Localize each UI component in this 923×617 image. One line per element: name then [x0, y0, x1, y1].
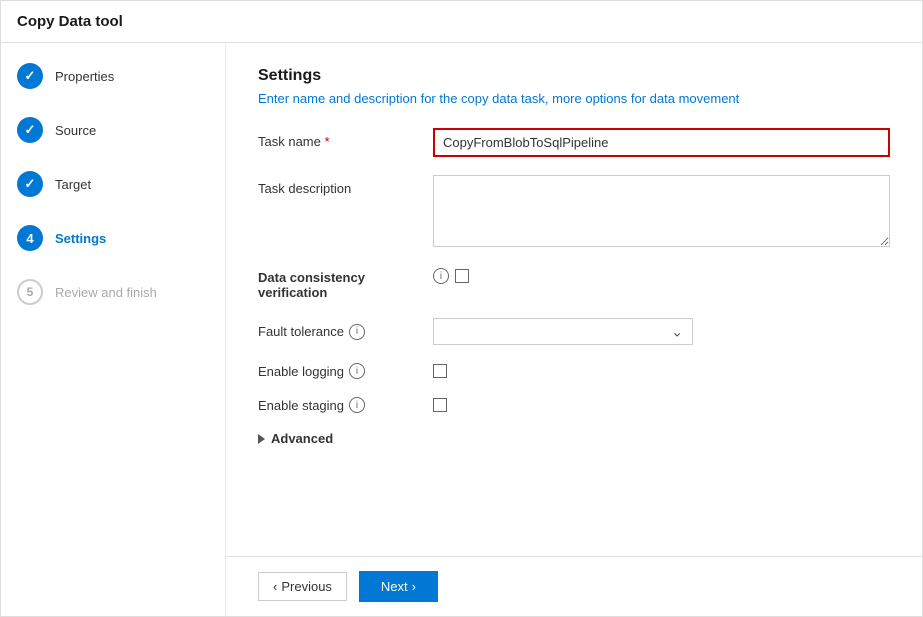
sidebar: ✓ Properties ✓ Source ✓ Target 4	[1, 43, 226, 616]
sidebar-item-source[interactable]: ✓ Source	[17, 117, 209, 143]
title-bar: Copy Data tool	[1, 1, 922, 43]
step-circle-3: ✓	[17, 171, 43, 197]
checkmark-icon-3: ✓	[25, 176, 36, 192]
step-label-source: Source	[55, 123, 96, 138]
step-label-properties: Properties	[55, 69, 114, 84]
enable-staging-row: Enable staging i	[258, 397, 890, 413]
data-consistency-checkbox[interactable]	[455, 269, 469, 283]
data-consistency-row: Data consistency verification i	[258, 268, 890, 300]
section-title: Settings	[258, 67, 890, 85]
fault-tolerance-info-icon[interactable]: i	[349, 324, 365, 340]
task-name-control	[433, 128, 890, 157]
main-panel: Settings Enter name and description for …	[226, 43, 922, 616]
task-name-row: Task name *	[258, 128, 890, 157]
footer: ‹ Previous Next ›	[226, 556, 922, 616]
data-consistency-control: i	[433, 268, 469, 284]
fault-tolerance-select[interactable]	[433, 318, 693, 345]
step-circle-4: 4	[17, 225, 43, 251]
enable-staging-label: Enable staging i	[258, 397, 433, 413]
task-name-input[interactable]	[433, 128, 890, 157]
next-chevron-icon: ›	[412, 579, 416, 594]
sidebar-item-target[interactable]: ✓ Target	[17, 171, 209, 197]
task-desc-row: Task description	[258, 175, 890, 250]
enable-logging-info-icon[interactable]: i	[349, 363, 365, 379]
enable-staging-info-icon[interactable]: i	[349, 397, 365, 413]
step-number-4: 4	[26, 231, 33, 246]
task-desc-label: Task description	[258, 175, 433, 196]
fault-tolerance-label: Fault tolerance i	[258, 324, 433, 340]
next-button[interactable]: Next ›	[359, 571, 438, 602]
step-circle-1: ✓	[17, 63, 43, 89]
enable-logging-row: Enable logging i	[258, 363, 890, 379]
enable-staging-checkbox[interactable]	[433, 398, 447, 412]
step-circle-2: ✓	[17, 117, 43, 143]
checkmark-icon: ✓	[25, 68, 36, 84]
required-marker: *	[325, 134, 330, 149]
section-desc: Enter name and description for the copy …	[258, 91, 890, 106]
checkmark-icon-2: ✓	[25, 122, 36, 138]
previous-button[interactable]: ‹ Previous	[258, 572, 347, 601]
enable-logging-label: Enable logging i	[258, 363, 433, 379]
step-circle-5: 5	[17, 279, 43, 305]
data-consistency-label: Data consistency verification	[258, 268, 433, 300]
step-label-target: Target	[55, 177, 91, 192]
enable-logging-checkbox[interactable]	[433, 364, 447, 378]
data-consistency-info-icon[interactable]: i	[433, 268, 449, 284]
previous-chevron-icon: ‹	[273, 579, 277, 594]
task-desc-control	[433, 175, 890, 250]
sidebar-item-review[interactable]: 5 Review and finish	[17, 279, 209, 305]
advanced-label: Advanced	[271, 431, 333, 446]
task-name-label: Task name *	[258, 128, 433, 149]
step-label-settings: Settings	[55, 231, 106, 246]
fault-tolerance-row: Fault tolerance i	[258, 318, 890, 345]
main-content: Settings Enter name and description for …	[226, 43, 922, 556]
app-title: Copy Data tool	[17, 13, 123, 30]
fault-tolerance-select-wrapper	[433, 318, 693, 345]
sidebar-item-settings[interactable]: 4 Settings	[17, 225, 209, 251]
task-desc-textarea[interactable]	[433, 175, 890, 247]
step-label-review: Review and finish	[55, 285, 157, 300]
step-number-5: 5	[27, 285, 34, 299]
advanced-expand-icon	[258, 434, 265, 444]
advanced-row[interactable]: Advanced	[258, 431, 890, 446]
sidebar-item-properties[interactable]: ✓ Properties	[17, 63, 209, 89]
